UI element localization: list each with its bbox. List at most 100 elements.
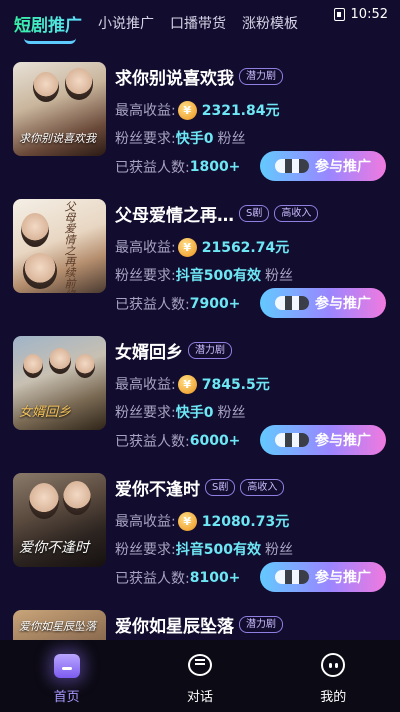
drama-card[interactable]: 女婿回乡 女婿回乡 潜力剧 最高收益: ¥ 7845.5元 粉丝要求: 快手0 … bbox=[0, 332, 400, 469]
drama-poster[interactable]: 爱你不逢时 bbox=[13, 473, 106, 567]
fans-requirement-row: 粉丝要求: 快手0 粉丝 bbox=[115, 402, 245, 422]
avatars-icon bbox=[275, 159, 309, 173]
fans-req-value: 抖音500有效 bbox=[175, 268, 261, 284]
drama-list[interactable]: 求你别说喜欢我 求你别说喜欢我 潜力剧 最高收益: ¥ 2321.84元 粉丝要… bbox=[0, 58, 400, 640]
earners-row: 已获益人数: 6000+ bbox=[115, 431, 240, 451]
drama-poster[interactable]: 女婿回乡 bbox=[13, 336, 106, 430]
poster-figure bbox=[33, 72, 59, 102]
drama-title: 父母爱情之再… bbox=[115, 206, 234, 226]
drama-title-row: 父母爱情之再… S剧 高收入 bbox=[115, 201, 319, 226]
tab-active-indicator bbox=[24, 38, 76, 44]
coin-icon: ¥ bbox=[177, 374, 197, 394]
status-time: 10:52 bbox=[350, 6, 388, 22]
poster-title: 爱你如星辰坠落 bbox=[19, 620, 96, 633]
earners-value: 6000+ bbox=[189, 433, 241, 449]
max-income-value: 12080.73元 bbox=[201, 514, 290, 530]
poster-figure bbox=[21, 213, 49, 247]
nav-label: 对话 bbox=[186, 690, 213, 705]
max-income-row: 最高收益: ¥ 7845.5元 bbox=[115, 374, 270, 394]
poster-title: 女婿回乡 bbox=[19, 405, 72, 420]
promote-button[interactable]: 参与推广 bbox=[260, 151, 386, 181]
drama-card[interactable]: 爱你不逢时 爱你不逢时 S剧 高收入 最高收益: ¥ 12080.73元 粉丝要… bbox=[0, 469, 400, 606]
drama-tag: 潜力剧 bbox=[188, 342, 232, 359]
promote-label: 参与推广 bbox=[315, 433, 371, 449]
drama-title-row: 女婿回乡 潜力剧 bbox=[115, 338, 232, 363]
fans-suffix: 粉丝 bbox=[264, 268, 293, 284]
promote-label: 参与推广 bbox=[315, 296, 371, 312]
earners-row: 已获益人数: 7900+ bbox=[115, 294, 240, 314]
fans-req-label: 粉丝要求: bbox=[115, 268, 176, 284]
nav-home[interactable]: 首页 bbox=[27, 652, 107, 705]
profile-icon bbox=[321, 653, 346, 677]
fans-suffix: 粉丝 bbox=[264, 542, 293, 558]
fans-suffix: 粉丝 bbox=[217, 131, 246, 147]
drama-title-row: 爱你如星辰坠落 潜力剧 bbox=[115, 612, 283, 637]
drama-card[interactable]: 求你别说喜欢我 求你别说喜欢我 潜力剧 最高收益: ¥ 2321.84元 粉丝要… bbox=[0, 58, 400, 195]
avatars-icon bbox=[275, 433, 309, 447]
promote-button[interactable]: 参与推广 bbox=[260, 288, 386, 318]
nav-profile[interactable]: 我的 bbox=[293, 652, 373, 705]
drama-tag: 潜力剧 bbox=[239, 616, 283, 633]
max-income-value: 21562.74元 bbox=[201, 240, 290, 256]
fans-req-value: 快手0 bbox=[175, 405, 214, 421]
poster-title: 求你别说喜欢我 bbox=[19, 132, 96, 145]
drama-tag: 高收入 bbox=[274, 205, 319, 222]
drama-tag: S剧 bbox=[205, 479, 236, 496]
drama-tag: S剧 bbox=[239, 205, 270, 222]
coin-icon: ¥ bbox=[177, 100, 197, 120]
drama-poster[interactable]: 爱你如星辰坠落 bbox=[13, 610, 106, 640]
chat-icon bbox=[187, 654, 212, 676]
fans-suffix: 粉丝 bbox=[217, 405, 246, 421]
max-income-label: 最高收益: bbox=[115, 103, 176, 119]
nav-label: 我的 bbox=[320, 690, 347, 705]
max-income-label: 最高收益: bbox=[115, 514, 176, 530]
drama-card[interactable]: 父母爱情之再续前缘 父母爱情之再… S剧 高收入 最高收益: ¥ 21562.7… bbox=[0, 195, 400, 332]
drama-title: 爱你如星辰坠落 bbox=[115, 617, 234, 637]
poster-figure bbox=[49, 348, 71, 374]
poster-figure bbox=[65, 68, 93, 100]
drama-title-row: 爱你不逢时 S剧 高收入 bbox=[115, 475, 285, 500]
fans-requirement-row: 粉丝要求: 快手0 粉丝 bbox=[115, 128, 245, 148]
drama-card[interactable]: 爱你如星辰坠落 爱你如星辰坠落 潜力剧 bbox=[0, 606, 400, 640]
drama-title: 女婿回乡 bbox=[115, 343, 183, 363]
coin-icon: ¥ bbox=[177, 237, 197, 257]
drama-tag: 高收入 bbox=[240, 479, 285, 496]
promote-label: 参与推广 bbox=[315, 159, 371, 175]
home-icon bbox=[53, 654, 80, 678]
fans-req-label: 粉丝要求: bbox=[115, 405, 176, 421]
earners-row: 已获益人数: 1800+ bbox=[115, 157, 240, 177]
status-bar: 10:52 bbox=[0, 0, 400, 28]
fans-req-label: 粉丝要求: bbox=[115, 131, 176, 147]
earners-value: 1800+ bbox=[189, 159, 241, 175]
drama-poster[interactable]: 父母爱情之再续前缘 bbox=[13, 199, 106, 293]
drama-poster[interactable]: 求你别说喜欢我 bbox=[13, 62, 106, 156]
poster-figure bbox=[63, 481, 91, 515]
coin-icon: ¥ bbox=[177, 511, 197, 531]
earners-label: 已获益人数: bbox=[115, 434, 190, 450]
max-income-row: 最高收益: ¥ 12080.73元 bbox=[115, 511, 289, 531]
promote-button[interactable]: 参与推广 bbox=[260, 562, 386, 592]
avatars-icon bbox=[275, 296, 309, 310]
promote-label: 参与推广 bbox=[315, 570, 371, 586]
promote-button[interactable]: 参与推广 bbox=[260, 425, 386, 455]
drama-title: 爱你不逢时 bbox=[115, 480, 200, 500]
max-income-row: 最高收益: ¥ 2321.84元 bbox=[115, 100, 279, 120]
drama-title-row: 求你别说喜欢我 潜力剧 bbox=[115, 64, 283, 89]
poster-figure bbox=[75, 354, 95, 378]
fans-requirement-row: 粉丝要求: 抖音500有效 粉丝 bbox=[115, 539, 293, 559]
earners-label: 已获益人数: bbox=[115, 160, 190, 176]
nav-chat[interactable]: 对话 bbox=[160, 652, 240, 705]
battery-icon bbox=[333, 7, 345, 21]
max-income-value: 2321.84元 bbox=[201, 103, 280, 119]
poster-figure bbox=[23, 253, 57, 289]
fans-requirement-row: 粉丝要求: 抖音500有效 粉丝 bbox=[115, 265, 293, 285]
poster-figure bbox=[23, 354, 43, 378]
poster-title: 父母爱情之再续前缘 bbox=[63, 201, 76, 293]
drama-tag: 潜力剧 bbox=[239, 68, 283, 85]
max-income-label: 最高收益: bbox=[115, 240, 176, 256]
poster-title: 爱你不逢时 bbox=[19, 540, 89, 556]
max-income-row: 最高收益: ¥ 21562.74元 bbox=[115, 237, 289, 257]
fans-req-value: 抖音500有效 bbox=[175, 542, 261, 558]
earners-row: 已获益人数: 8100+ bbox=[115, 568, 240, 588]
fans-req-value: 快手0 bbox=[175, 131, 214, 147]
